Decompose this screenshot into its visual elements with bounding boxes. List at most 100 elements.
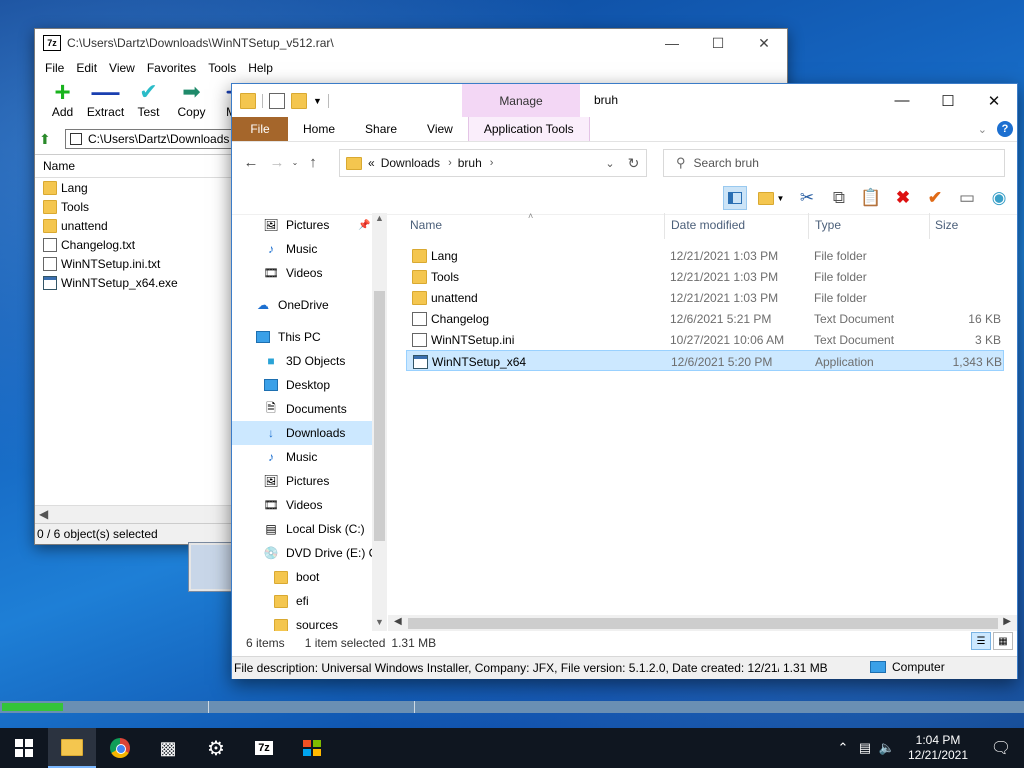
- tab-file[interactable]: File: [232, 117, 288, 141]
- tab-application-tools[interactable]: Application Tools: [467, 117, 590, 141]
- list-item[interactable]: WinNTSetup_x64.exe: [35, 273, 235, 292]
- large-icons-view-icon[interactable]: ▦: [993, 632, 1013, 650]
- pin-icon[interactable]: 📌: [358, 220, 370, 231]
- help-icon[interactable]: ?: [997, 121, 1013, 137]
- menu-favorites[interactable]: Favorites: [141, 61, 202, 75]
- menu-view[interactable]: View: [103, 61, 141, 75]
- nav-item-3d-objects[interactable]: ■ 3D Objects: [232, 349, 372, 373]
- tab-view[interactable]: View: [412, 117, 468, 141]
- extract-button[interactable]: — Extract: [84, 76, 127, 119]
- table-row[interactable]: WinNTSetup.ini 10/27/2021 10:06 AM Text …: [406, 329, 1004, 350]
- file-list-horizontal-scrollbar[interactable]: ◀ ▶: [388, 615, 1017, 631]
- copy-button[interactable]: ➡ Copy: [170, 79, 213, 119]
- breadcrumb-downloads[interactable]: Downloads: [381, 156, 440, 170]
- breadcrumb-overflow[interactable]: «: [368, 156, 375, 170]
- taskbar-7zip[interactable]: 7z: [240, 728, 288, 768]
- nav-item-dvd-drive[interactable]: 💿 DVD Drive (E:) CC: [232, 541, 372, 565]
- column-header-size[interactable]: Size: [935, 218, 958, 232]
- start-button[interactable]: [0, 728, 48, 768]
- up-arrow-icon[interactable]: ↑: [300, 154, 326, 171]
- rename-icon[interactable]: ▭: [955, 186, 979, 210]
- taskbar-chrome[interactable]: [96, 728, 144, 768]
- list-item[interactable]: WinNTSetup.ini.txt: [35, 254, 235, 273]
- table-row[interactable]: Tools 12/21/2021 1:03 PM File folder: [406, 266, 1004, 287]
- breadcrumb-bruh[interactable]: bruh: [458, 156, 482, 170]
- close-button[interactable]: ✕: [741, 29, 787, 57]
- maximize-button[interactable]: ☐: [925, 84, 971, 117]
- navigation-pane[interactable]: 🖼 Pictures 📌 ♪ Music 🎞 Videos ☁ OneDrive This…: [232, 213, 387, 631]
- column-divider[interactable]: [664, 213, 665, 239]
- volume-muted-icon[interactable]: 🔈: [876, 740, 898, 756]
- nav-item-downloads[interactable]: ↓ Downloads: [232, 421, 372, 445]
- scroll-up-icon[interactable]: ▲: [375, 213, 384, 223]
- recent-locations-icon[interactable]: ⌄: [290, 158, 300, 167]
- forward-arrow-icon[interactable]: →: [264, 154, 290, 171]
- scroll-right-icon[interactable]: ▶: [1003, 616, 1011, 627]
- chevron-down-icon[interactable]: ⌄: [600, 157, 620, 170]
- sevenzip-horizontal-scrollbar[interactable]: ◀: [35, 505, 235, 523]
- list-item[interactable]: Tools: [35, 197, 235, 216]
- new-folder-icon[interactable]: [291, 92, 307, 109]
- scroll-thumb[interactable]: [374, 291, 385, 541]
- tab-home[interactable]: Home: [288, 117, 350, 141]
- list-item[interactable]: Changelog.txt: [35, 235, 235, 254]
- nav-item-local-disk[interactable]: ▤ Local Disk (C:): [232, 517, 372, 541]
- scroll-left-icon[interactable]: ◀: [39, 507, 48, 521]
- nav-item-pictures[interactable]: 🖼 Pictures: [232, 469, 372, 493]
- taskbar-windows-installer[interactable]: [288, 728, 336, 768]
- menu-file[interactable]: File: [39, 61, 70, 75]
- back-arrow-icon[interactable]: ←: [238, 154, 264, 171]
- scroll-thumb[interactable]: [408, 618, 998, 629]
- nav-item-videos[interactable]: 🎞 Videos: [232, 493, 372, 517]
- column-header-name[interactable]: Name: [35, 155, 235, 178]
- properties-icon[interactable]: [269, 92, 285, 109]
- table-row[interactable]: Changelog 12/6/2021 5:21 PM Text Documen…: [406, 308, 1004, 329]
- menu-edit[interactable]: Edit: [70, 61, 103, 75]
- close-button[interactable]: ✕: [971, 84, 1017, 117]
- delete-icon[interactable]: ✖: [891, 186, 915, 210]
- column-divider[interactable]: [808, 213, 809, 239]
- nav-item-efi[interactable]: efi: [232, 589, 372, 613]
- nav-item-music[interactable]: ♪ Music: [232, 445, 372, 469]
- nav-item-pictures-quick[interactable]: 🖼 Pictures 📌: [232, 213, 372, 237]
- minimize-button[interactable]: —: [649, 29, 695, 57]
- column-header-date[interactable]: Date modified: [671, 218, 745, 232]
- preview-pane-icon[interactable]: [723, 186, 747, 210]
- minimize-button[interactable]: —: [879, 84, 925, 117]
- checkmark-icon[interactable]: ✔: [923, 186, 947, 210]
- list-item[interactable]: Lang: [35, 178, 235, 197]
- clock[interactable]: 1:04 PM 12/21/2021: [898, 733, 978, 763]
- taskbar-package-app[interactable]: ▩: [144, 728, 192, 768]
- chevron-right-icon[interactable]: ›: [448, 157, 452, 169]
- nav-item-documents[interactable]: 🗎 Documents: [232, 397, 372, 421]
- menu-help[interactable]: Help: [242, 61, 279, 75]
- column-header-type[interactable]: Type: [815, 218, 841, 232]
- customize-qat-icon[interactable]: ▼: [313, 96, 322, 106]
- nav-item-desktop[interactable]: Desktop: [232, 373, 372, 397]
- explorer-window[interactable]: ▼ Manage bruh — ☐ ✕ File Home Share View…: [231, 83, 1018, 679]
- nav-item-videos-quick[interactable]: 🎞 Videos: [232, 261, 372, 285]
- add-button[interactable]: + Add: [41, 76, 84, 119]
- nav-item-thispc[interactable]: This PC: [232, 325, 372, 349]
- list-item[interactable]: unattend: [35, 216, 235, 235]
- cut-icon[interactable]: ✂: [795, 186, 819, 210]
- scroll-left-icon[interactable]: ◀: [394, 616, 402, 627]
- nav-item-sources[interactable]: sources: [232, 613, 372, 631]
- sevenzip-file-list[interactable]: Name Lang Tools unattend Changelog.txt W…: [35, 154, 235, 530]
- table-row[interactable]: Lang 12/21/2021 1:03 PM File folder: [406, 245, 1004, 266]
- nav-item-boot[interactable]: boot: [232, 565, 372, 589]
- nav-item-onedrive[interactable]: ☁ OneDrive: [232, 293, 372, 317]
- column-header-name[interactable]: Name: [410, 218, 442, 232]
- refresh-button[interactable]: ↻: [621, 149, 647, 177]
- network-icon[interactable]: ▤: [854, 740, 876, 756]
- taskbar-settings[interactable]: ⚙: [192, 728, 240, 768]
- notifications-icon[interactable]: 🗨: [978, 738, 1024, 758]
- table-row[interactable]: unattend 12/21/2021 1:03 PM File folder: [406, 287, 1004, 308]
- menu-tools[interactable]: Tools: [202, 61, 242, 75]
- expand-ribbon-icon[interactable]: ⌄: [978, 123, 987, 136]
- taskbar-file-explorer[interactable]: [48, 728, 96, 768]
- folder-options-icon[interactable]: ▼: [755, 186, 787, 210]
- tab-share[interactable]: Share: [350, 117, 412, 141]
- test-button[interactable]: ✔ Test: [127, 79, 170, 119]
- explorer-titlebar[interactable]: ▼ Manage bruh — ☐ ✕: [232, 84, 1017, 117]
